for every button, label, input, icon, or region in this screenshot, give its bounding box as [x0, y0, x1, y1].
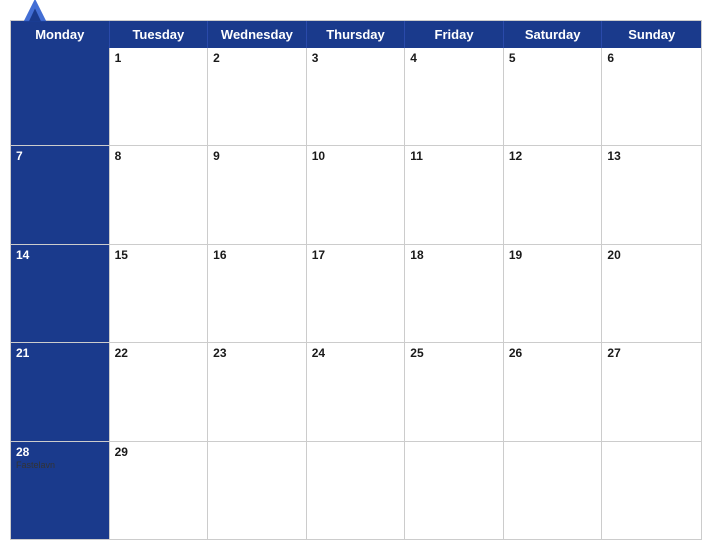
day-number: 9 [213, 150, 301, 162]
day-cell: 5 [504, 48, 603, 145]
day-cell: 26 [504, 343, 603, 440]
logo-icon [20, 0, 50, 25]
day-header-thursday: Thursday [307, 21, 406, 48]
day-cell: 2 [208, 48, 307, 145]
day-cell: 29 [110, 442, 209, 539]
day-cell: 21 [11, 343, 110, 440]
day-number: 14 [16, 249, 104, 261]
day-number: 19 [509, 249, 597, 261]
day-number: 13 [607, 150, 696, 162]
day-cell [11, 48, 110, 145]
day-cell: 25 [405, 343, 504, 440]
day-number: 23 [213, 347, 301, 359]
day-number: 16 [213, 249, 301, 261]
calendar-header [0, 0, 712, 20]
day-cell: 14 [11, 245, 110, 342]
day-number: 20 [607, 249, 696, 261]
day-cell: 9 [208, 146, 307, 243]
day-cell: 13 [602, 146, 701, 243]
day-number: 25 [410, 347, 498, 359]
day-header-tuesday: Tuesday [110, 21, 209, 48]
week-row-1: 123456 [11, 48, 701, 145]
day-number: 6 [607, 52, 696, 64]
week-row-2: 789 10 11 12 13 [11, 145, 701, 243]
day-number: 5 [509, 52, 597, 64]
day-cell [504, 442, 603, 539]
day-header-sunday: Sunday [602, 21, 701, 48]
day-cell: 15 [110, 245, 209, 342]
day-header-wednesday: Wednesday [208, 21, 307, 48]
day-number: 3 [312, 52, 400, 64]
day-number: 7 [16, 150, 104, 162]
day-cell: 17 [307, 245, 406, 342]
day-number: 8 [115, 150, 203, 162]
day-number: 26 [509, 347, 597, 359]
day-number: 21 [16, 347, 104, 359]
day-header-monday: Monday [11, 21, 110, 48]
day-number: 4 [410, 52, 498, 64]
day-cell: 7 [11, 146, 110, 243]
day-cell: 22 [110, 343, 209, 440]
day-cell [208, 442, 307, 539]
day-number: 22 [115, 347, 203, 359]
day-cell: 10 [307, 146, 406, 243]
day-header-saturday: Saturday [504, 21, 603, 48]
day-cell [307, 442, 406, 539]
day-cell: 3 [307, 48, 406, 145]
weeks-container: 1234567891011121314151617181920212223242… [11, 48, 701, 539]
day-number: 27 [607, 347, 696, 359]
day-cell: 4 [405, 48, 504, 145]
day-headers-row: MondayTuesdayWednesdayThursdayFridaySatu… [11, 21, 701, 48]
day-cell: 27 [602, 343, 701, 440]
calendar-grid: MondayTuesdayWednesdayThursdayFridaySatu… [10, 20, 702, 540]
day-number: 29 [115, 446, 203, 458]
week-row-3: 14 15 16 17 18 19 20 [11, 244, 701, 342]
day-cell: 16 [208, 245, 307, 342]
day-cell: 19 [504, 245, 603, 342]
day-header-friday: Friday [405, 21, 504, 48]
week-row-4: 21 22 23 24 25 26 27 [11, 342, 701, 440]
day-cell: 28 Fastelavn [11, 442, 110, 539]
week-row-5: 28 Fastelavn 29 [11, 441, 701, 539]
day-cell: 1 [110, 48, 209, 145]
day-number: 28 [16, 446, 104, 458]
day-number: 15 [115, 249, 203, 261]
day-cell: 24 [307, 343, 406, 440]
day-cell: 23 [208, 343, 307, 440]
day-number: 1 [115, 52, 203, 64]
day-cell: 12 [504, 146, 603, 243]
day-number: 18 [410, 249, 498, 261]
day-cell: 20 [602, 245, 701, 342]
day-cell [405, 442, 504, 539]
day-number: 2 [213, 52, 301, 64]
logo [20, 0, 54, 25]
day-number: 12 [509, 150, 597, 162]
day-number: 24 [312, 347, 400, 359]
day-cell: 11 [405, 146, 504, 243]
day-cell: 6 [602, 48, 701, 145]
day-cell [602, 442, 701, 539]
day-number: 10 [312, 150, 400, 162]
day-number: 17 [312, 249, 400, 261]
day-cell: 18 [405, 245, 504, 342]
day-number: 11 [410, 150, 498, 162]
day-cell: 8 [110, 146, 209, 243]
holiday-label: Fastelavn [16, 460, 104, 470]
